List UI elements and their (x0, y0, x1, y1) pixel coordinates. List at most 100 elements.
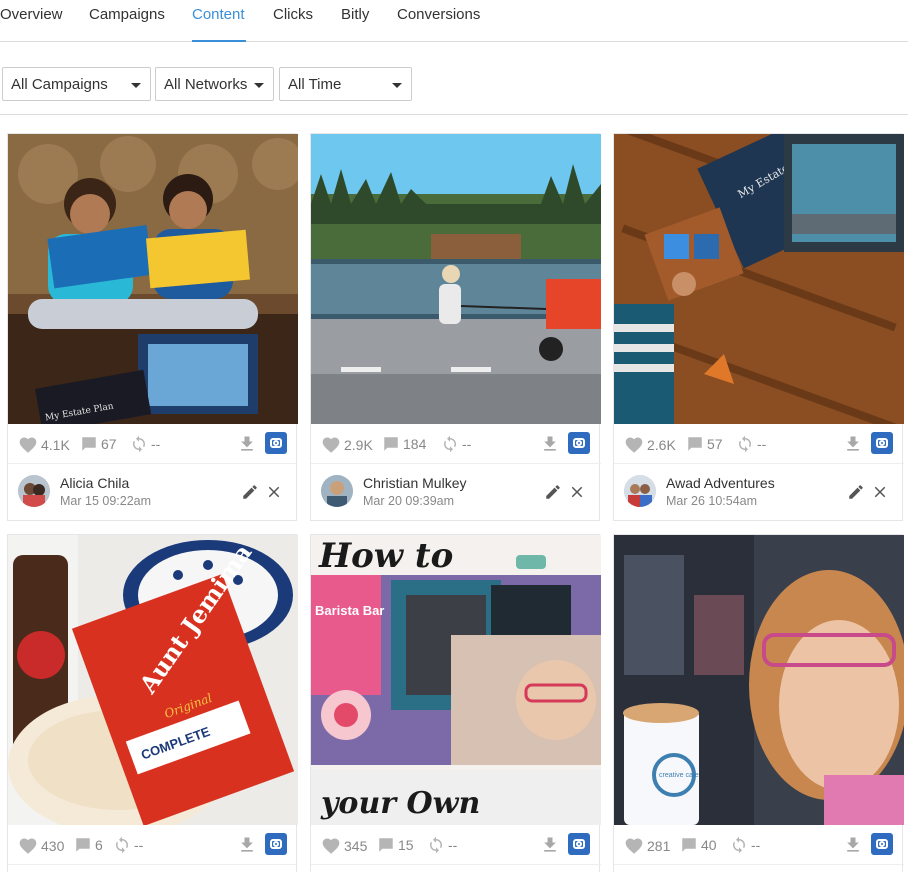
author-name[interactable]: Awad Adventures (666, 475, 775, 491)
repost-icon (427, 836, 445, 854)
tab-clicks[interactable]: Clicks (273, 6, 313, 42)
network-select-value: All Networks (164, 76, 248, 93)
repost-icon (730, 836, 748, 854)
post-stats: 2.6K 57 -- (614, 424, 904, 464)
filter-bar: All Campaigns All Networks All Time (0, 42, 908, 115)
likes-stat: 281 (624, 836, 670, 856)
post-stats: 430 6 -- (8, 825, 298, 865)
post-date: Mar 20 09:39am (363, 494, 455, 508)
download-icon[interactable] (540, 835, 560, 855)
comment-icon (382, 435, 400, 453)
content-card: creative cafe 281 40 -- (613, 534, 904, 872)
heart-icon (624, 435, 644, 455)
download-icon[interactable] (843, 835, 863, 855)
tab-campaigns[interactable]: Campaigns (89, 6, 165, 42)
reposts-count: -- (448, 837, 458, 853)
comments-count: 184 (403, 436, 427, 452)
cup-text: creative cafe (659, 772, 699, 779)
campaign-select[interactable]: All Campaigns (2, 67, 151, 101)
heart-icon (321, 435, 341, 455)
tab-content[interactable]: Content (192, 6, 246, 42)
headline-bottom-text: your Own (320, 786, 480, 821)
likes-count: 281 (647, 838, 671, 854)
author-name[interactable]: Alicia Chila (60, 475, 129, 491)
close-icon[interactable] (568, 483, 586, 501)
box-title-text: Barista Bar (315, 603, 384, 618)
download-icon[interactable] (540, 434, 560, 454)
heart-icon (18, 836, 38, 856)
comment-icon (680, 836, 698, 854)
content-card: My Estate Plan 4.1K 67 -- Alicia Chila M… (7, 133, 298, 521)
chevron-down-icon (254, 83, 264, 88)
campaign-select-value: All Campaigns (11, 76, 108, 93)
comments-stat: 57 (686, 435, 723, 453)
comments-stat: 40 (680, 836, 717, 854)
post-photo[interactable]: How to Barista Bar your Own (311, 535, 601, 825)
time-select-value: All Time (288, 76, 342, 93)
post-photo[interactable]: COMPLETE Aunt Jemima Original (8, 535, 298, 825)
headline-top-text: How to (318, 536, 453, 576)
repost-icon (113, 836, 131, 854)
comments-stat: 184 (382, 435, 426, 453)
instagram-icon[interactable] (568, 432, 590, 454)
edit-icon[interactable] (241, 483, 259, 501)
tab-conversions[interactable]: Conversions (397, 6, 480, 42)
avatar[interactable] (18, 475, 50, 507)
edit-icon[interactable] (847, 483, 865, 501)
likes-count: 345 (344, 838, 368, 854)
likes-stat: 2.6K (624, 435, 676, 455)
post-author: Awad Adventures Mar 26 10:54am (614, 465, 904, 521)
reposts-count: -- (757, 436, 767, 452)
download-icon[interactable] (843, 434, 863, 454)
instagram-icon[interactable] (265, 432, 287, 454)
reposts-count: -- (134, 837, 144, 853)
download-icon[interactable] (237, 835, 257, 855)
time-select[interactable]: All Time (279, 67, 412, 101)
comments-stat: 67 (80, 435, 117, 453)
post-photo[interactable]: creative cafe (614, 535, 904, 825)
content-card: COMPLETE Aunt Jemima Original 430 6 -- (7, 534, 298, 872)
reposts-stat: -- (441, 435, 471, 453)
comments-stat: 15 (377, 836, 414, 854)
instagram-icon[interactable] (568, 833, 590, 855)
tab-bitly[interactable]: Bitly (341, 6, 369, 42)
comments-count: 40 (701, 837, 717, 853)
repost-icon (736, 435, 754, 453)
download-icon[interactable] (237, 434, 257, 454)
instagram-icon[interactable] (871, 432, 893, 454)
heart-icon (321, 836, 341, 856)
reposts-stat: -- (130, 435, 160, 453)
comment-icon (80, 435, 98, 453)
post-author: Alicia Chila Mar 15 09:22am (8, 465, 298, 521)
tab-overview[interactable]: Overview (0, 6, 63, 42)
author-name[interactable]: Christian Mulkey (363, 475, 466, 491)
reposts-stat: -- (736, 435, 766, 453)
post-photo[interactable] (311, 134, 601, 424)
likes-stat: 4.1K (18, 435, 70, 455)
heart-icon (624, 836, 644, 856)
avatar[interactable] (321, 475, 353, 507)
avatar[interactable] (624, 475, 656, 507)
likes-count: 2.6K (647, 437, 676, 453)
close-icon[interactable] (871, 483, 889, 501)
heart-icon (18, 435, 38, 455)
likes-stat: 430 (18, 836, 64, 856)
content-card: 2.9K 184 -- Christian Mulkey Mar 20 09:3… (310, 133, 601, 521)
content-card: How to Barista Bar your Own 345 15 -- (310, 534, 601, 872)
reposts-stat: -- (113, 836, 143, 854)
edit-icon[interactable] (544, 483, 562, 501)
close-icon[interactable] (265, 483, 283, 501)
post-author: Christian Mulkey Mar 20 09:39am (311, 465, 601, 521)
reposts-stat: -- (730, 836, 760, 854)
comments-count: 57 (707, 436, 723, 452)
instagram-icon[interactable] (871, 833, 893, 855)
comments-stat: 6 (74, 836, 103, 854)
comment-icon (74, 836, 92, 854)
network-select[interactable]: All Networks (155, 67, 274, 101)
post-date: Mar 26 10:54am (666, 494, 758, 508)
instagram-icon[interactable] (265, 833, 287, 855)
post-stats: 345 15 -- (311, 825, 601, 865)
post-stats: 281 40 -- (614, 825, 904, 865)
post-photo[interactable]: My Estate Plan (614, 134, 904, 424)
post-photo[interactable]: My Estate Plan (8, 134, 298, 424)
